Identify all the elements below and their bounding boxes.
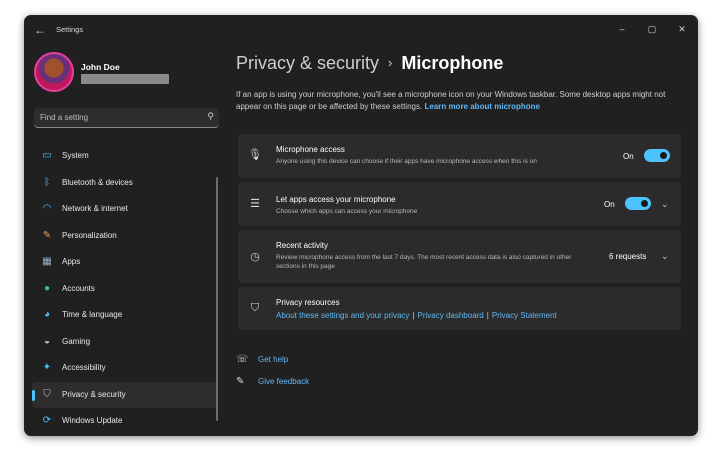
maximize-button[interactable]: ▢ [642,21,662,37]
page-description: If an app is using your microphone, you'… [236,89,676,112]
breadcrumb-separator: › [388,55,393,70]
avatar-ring [34,52,74,92]
bluetooth-icon: ᛒ [44,176,50,188]
sidebar-item-network-internet[interactable]: ◠ Network & internet [32,196,217,223]
shield-icon: ⛉ [43,388,51,400]
privacy-resources-card: ⛉ Privacy resources About these settings… [238,287,681,330]
card-subtitle: Choose which apps can access your microp… [276,208,418,215]
toggle-state-label: On [623,152,634,161]
shield-icon: ⛉ [250,302,260,314]
privacy-dashboard-link[interactable]: Privacy dashboard [418,311,484,320]
card-subtitle: Review microphone access from the last 7… [276,254,572,270]
about-settings-link[interactable]: About these settings and your privacy [276,311,409,320]
toggle-knob [641,200,648,207]
breadcrumb-parent[interactable]: Privacy & security [236,53,379,73]
sidebar-item-system[interactable]: ▭ System [32,143,217,170]
link-separator: | [412,311,415,320]
link-separator: | [486,311,489,320]
globe-icon: ◕ [43,309,51,320]
sidebar-item-label: Gaming [62,336,91,346]
help-icon: ☏ [236,354,249,365]
sidebar-item-label: Network & internet [62,204,128,213]
sidebar-item-label: Apps [62,257,81,266]
sidebar-item-label: Time & language [62,310,123,319]
accessibility-icon: ✦ [42,362,52,373]
chevron-down-icon[interactable]: ⌄ [661,251,669,262]
toggle-knob [660,152,667,159]
search-icon[interactable]: ⚲ [207,111,214,122]
system-icon: ▭ [42,150,52,161]
user-name: John Doe [81,62,120,72]
breadcrumb: Privacy & security › Microphone [236,53,503,74]
wifi-icon: ◠ [42,203,52,214]
search-input[interactable]: Find a setting [40,113,88,122]
sidebar-item-personalization[interactable]: ✎ Personalization [32,223,217,250]
sidebar-item-accounts[interactable]: ● Accounts [32,276,217,303]
requests-count: 6 requests [609,252,647,261]
microphone-access-toggle[interactable] [644,149,670,162]
card-title: Privacy resources [276,298,340,307]
gamepad-icon: ◒ [43,335,51,347]
apps-access-toggle[interactable] [625,197,651,210]
sidebar-item-label: Accounts [62,283,95,293]
card-title: Let apps access your microphone [276,195,396,204]
history-icon: ◷ [250,251,260,263]
settings-window: ← Settings – ▢ ✕ John Doe Find a setting… [24,15,698,436]
sidebar-item-label: Windows Update [62,416,123,425]
brush-icon: ✎ [42,229,52,241]
chevron-down-icon[interactable]: ⌄ [661,199,669,210]
apps-access-card[interactable]: ☰ Let apps access your microphone Choose… [238,182,681,226]
sidebar-nav: ▭ System ᛒ Bluetooth & devices ◠ Network & in… [32,143,217,435]
sidebar-item-accessibility[interactable]: ✦ Accessibility [32,355,217,382]
sidebar-item-privacy-security[interactable]: ⛉ Privacy & security [32,381,217,408]
title-bar: ← Settings – ▢ ✕ [24,15,698,45]
back-arrow-icon[interactable]: ← [32,22,48,38]
learn-more-link[interactable]: Learn more about microphone [424,102,540,111]
card-title: Recent activity [276,241,329,250]
sidebar-item-bluetooth-devices[interactable]: ᛒ Bluetooth & devices [32,170,217,197]
sidebar-item-gaming[interactable]: ◒ Gaming [32,329,217,356]
page-title: Microphone [401,53,504,73]
privacy-links: About these settings and your privacy | Pr… [276,311,557,320]
sidebar-scrollbar[interactable] [216,177,218,421]
feedback-icon: ✎ [236,376,245,387]
give-feedback-link[interactable]: Give feedback [258,377,309,386]
sidebar-item-label: Accessibility [62,363,106,372]
app-title: Settings [56,25,84,34]
microphone-access-card: 🎙 Microphone access Anyone using this de… [238,134,681,178]
update-icon: ⟳ [42,415,52,426]
sidebar-item-time-language[interactable]: ◕ Time & language [32,302,217,329]
close-button[interactable]: ✕ [672,21,692,37]
sidebar-item-label: Bluetooth & devices [62,177,133,187]
sidebar-item-label: Personalization [62,230,117,240]
sidebar-item-apps[interactable]: ▦ Apps [32,249,217,276]
card-title: Microphone access [276,145,345,154]
card-subtitle: Anyone using this device can choose if t… [276,158,537,165]
sidebar-item-label: System [62,151,89,160]
search-box[interactable]: Find a setting ⚲ [34,108,219,128]
active-indicator [32,389,35,401]
user-email-redacted [81,74,169,84]
sidebar-item-windows-update[interactable]: ⟳ Windows Update [32,408,217,435]
sidebar-item-label: Privacy & security [62,389,126,399]
list-icon: ☰ [250,198,260,210]
accounts-icon: ● [43,282,51,294]
minimize-button[interactable]: – [612,21,632,37]
recent-activity-card[interactable]: ◷ Recent activity Review microphone acce… [238,230,681,283]
apps-icon: ▦ [42,256,52,267]
toggle-state-label: On [604,200,615,209]
get-help-link[interactable]: Get help [258,355,288,364]
privacy-statement-link[interactable]: Privacy Statement [492,311,557,320]
microphone-icon: 🎙 [248,149,262,161]
